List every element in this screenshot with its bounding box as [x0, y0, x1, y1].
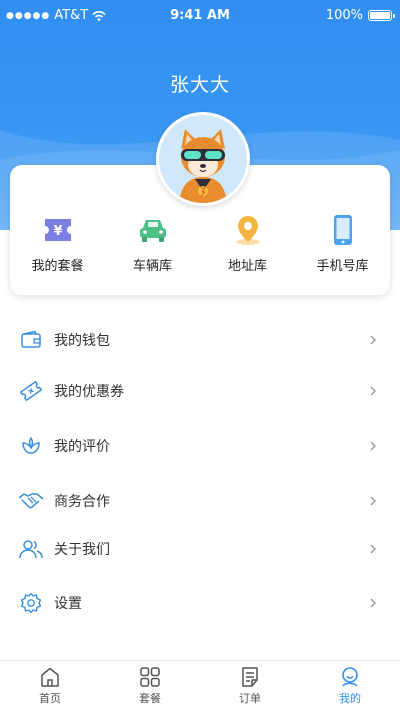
shortcut-vehicles[interactable]: 车辆库	[105, 213, 200, 274]
menu-label: 我的钱包	[54, 333, 110, 349]
menu-label: 商务合作	[54, 494, 110, 510]
chevron-right-icon	[370, 441, 376, 451]
tab-packages[interactable]: 套餐	[100, 661, 200, 711]
tab-label: 套餐	[139, 692, 161, 705]
menu-item-coupons[interactable]: 我的优惠券	[0, 371, 400, 411]
tab-home[interactable]: 首页	[0, 661, 100, 711]
menu-item-reviews[interactable]: 我的评价	[0, 426, 400, 466]
menu-label: 设置	[54, 596, 82, 612]
tab-label: 订单	[239, 692, 261, 705]
settings-gear-icon	[20, 592, 42, 614]
profile-name: 张大大	[169, 74, 230, 96]
menu-label: 关于我们	[54, 542, 110, 558]
chevron-right-icon	[370, 544, 376, 554]
chevron-right-icon	[370, 335, 376, 345]
shortcut-my-package[interactable]: ¥ 我的套餐	[10, 213, 105, 274]
chevron-right-icon	[370, 386, 376, 396]
home-icon	[41, 667, 59, 687]
grid-icon	[140, 667, 160, 687]
tab-label: 我的	[339, 692, 361, 705]
shortcut-addresses[interactable]: 地址库	[200, 213, 295, 274]
tab-label: 首页	[39, 692, 61, 705]
menu-label: 我的优惠券	[54, 384, 124, 400]
flower-icon	[22, 436, 40, 454]
chevron-right-icon	[370, 496, 376, 506]
status-bar: ●●●●● AT&T 9:41 AM 100%	[0, 0, 400, 32]
user-face-icon	[342, 667, 358, 687]
bottom-tab-bar: 首页 套餐 订单 我的	[0, 660, 400, 711]
shortcut-label: 地址库	[227, 259, 267, 274]
shortcut-label: 手机号库	[316, 259, 369, 274]
wallet-icon	[21, 330, 41, 348]
handshake-icon	[18, 493, 44, 509]
menu-item-settings[interactable]: 设置	[0, 583, 400, 623]
menu-item-about[interactable]: 关于我们	[0, 529, 400, 569]
people-icon	[19, 540, 43, 559]
menu-item-wallet[interactable]: 我的钱包	[0, 320, 400, 360]
avatar[interactable]	[156, 112, 250, 206]
battery-percent: 100%	[325, 8, 363, 23]
location-pin-icon	[235, 216, 260, 245]
shiba-dog-avatar-icon	[159, 115, 247, 203]
chevron-right-icon	[370, 598, 376, 608]
ticket-yen-icon: ¥	[44, 219, 71, 241]
shortcut-phone-numbers[interactable]: 手机号库	[295, 213, 390, 274]
tab-mine[interactable]: 我的	[300, 661, 400, 711]
menu-label: 我的评价	[54, 439, 110, 455]
svg-text:¥: ¥	[53, 224, 62, 239]
shortcut-label: 车辆库	[132, 259, 172, 274]
battery-icon	[368, 10, 395, 21]
car-icon	[139, 220, 166, 242]
shortcut-label: 我的套餐	[31, 259, 84, 274]
coupon-icon	[19, 380, 43, 402]
tab-orders[interactable]: 订单	[200, 661, 300, 711]
phone-icon	[333, 215, 352, 245]
order-list-icon	[242, 667, 258, 687]
menu-item-business[interactable]: 商务合作	[0, 481, 400, 521]
